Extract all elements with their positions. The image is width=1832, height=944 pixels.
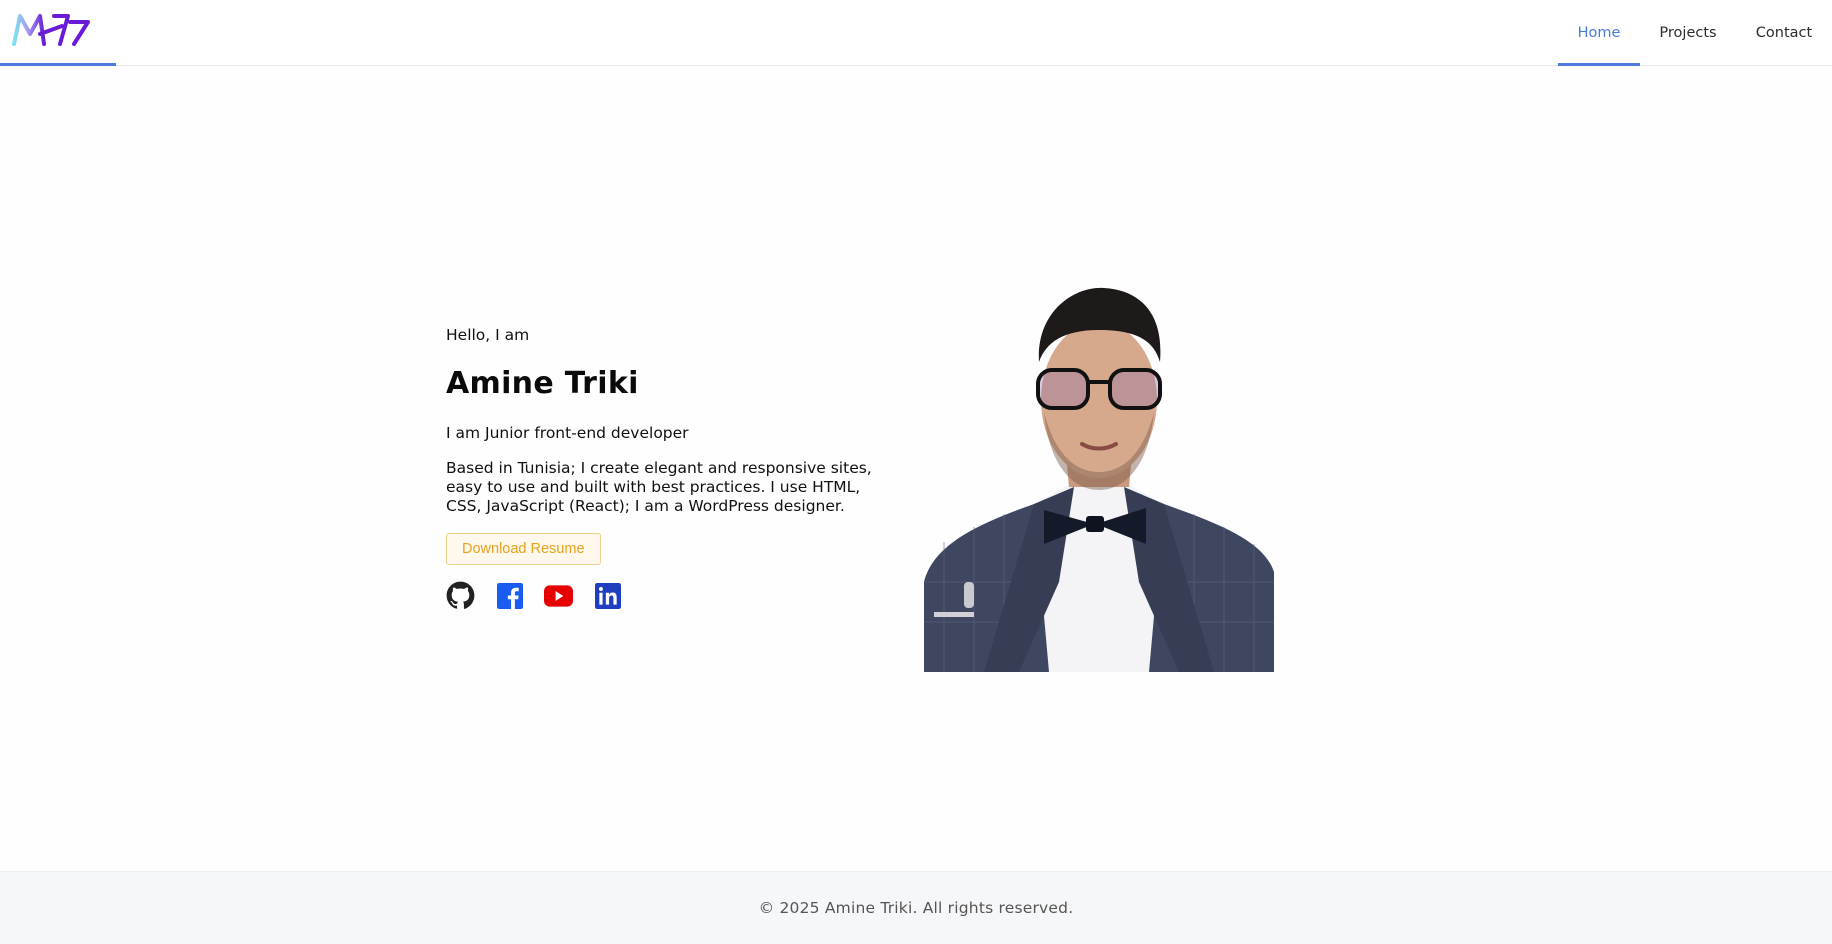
logo-active-underline [0, 63, 116, 66]
linkedin-icon[interactable] [593, 581, 622, 610]
hero-role: I am Junior front-end developer [446, 424, 689, 442]
hero-intro: Hello, I am Amine Triki I am Junior fron… [446, 326, 906, 610]
download-resume-button[interactable]: Download Resume [446, 533, 601, 565]
hero-greeting: Hello, I am [446, 326, 530, 344]
footer-copyright: © 2025 Amine Triki. All rights reserved. [758, 899, 1074, 917]
nav-contact[interactable]: Contact [1736, 0, 1832, 66]
nav-projects[interactable]: Projects [1640, 0, 1736, 66]
social-links [446, 581, 906, 610]
facebook-icon[interactable] [495, 581, 524, 610]
hero-bio: Based in Tunisia; I create elegant and r… [446, 459, 872, 515]
hero-name: Amine Triki [446, 366, 639, 401]
site-logo[interactable] [10, 8, 94, 52]
github-icon[interactable] [446, 581, 475, 610]
main-nav: Home Projects Contact [1558, 0, 1832, 66]
site-footer: © 2025 Amine Triki. All rights reserved. [0, 871, 1832, 944]
nav-home[interactable]: Home [1558, 0, 1640, 66]
portrait-photo [924, 282, 1274, 672]
youtube-icon[interactable] [544, 581, 573, 610]
ma-logo-icon [12, 14, 90, 46]
site-header: Home Projects Contact [0, 0, 1832, 66]
